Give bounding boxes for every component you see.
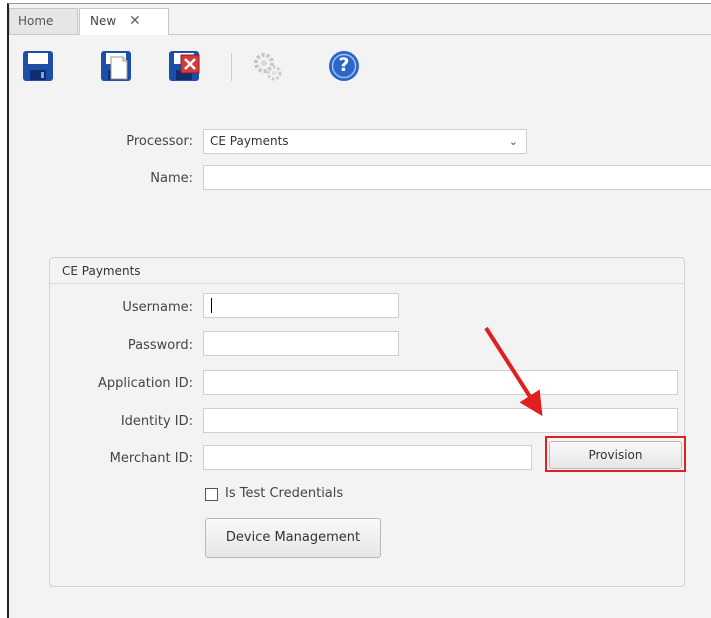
name-input[interactable] (203, 165, 711, 190)
password-input[interactable] (203, 331, 399, 356)
username-input[interactable] (203, 293, 399, 318)
help-glyph: ? (338, 54, 350, 76)
toolbar-separator (231, 53, 232, 81)
processor-label: Processor: (126, 134, 193, 149)
group-title: CE Payments (50, 258, 684, 284)
save-close-icon[interactable] (167, 49, 201, 83)
gears-icon (254, 53, 282, 81)
help-icon[interactable]: ? (327, 49, 361, 83)
name-label: Name: (150, 171, 193, 186)
save-icon[interactable] (21, 49, 55, 83)
save-new-icon[interactable] (99, 49, 133, 83)
tab-new[interactable]: New ✕ (79, 8, 169, 35)
password-label: Password: (127, 338, 193, 353)
annotation-arrow (484, 326, 543, 417)
highlight-box (545, 436, 686, 472)
test-credentials-label: Is Test Credentials (225, 486, 344, 501)
processor-value: CE Payments (210, 134, 289, 148)
tab-bar: Home New ✕ (9, 4, 711, 35)
tab-home-label: Home (18, 14, 54, 28)
merchant-id-input[interactable] (203, 445, 532, 470)
username-label: Username: (122, 300, 193, 315)
identity-id-input[interactable] (203, 408, 678, 433)
test-credentials-checkbox[interactable] (205, 488, 218, 501)
device-management-button[interactable]: Device Management (205, 518, 381, 558)
text-cursor (211, 298, 212, 313)
toolbar: ? (9, 35, 711, 107)
tab-new-label: New (90, 14, 117, 28)
app-window: Home New ✕ ? Processor: CE Payments ⌄ Na… (7, 3, 711, 618)
application-id-input[interactable] (203, 370, 678, 395)
application-id-label: Application ID: (98, 376, 193, 391)
processor-select[interactable]: CE Payments ⌄ (203, 129, 527, 154)
chevron-down-icon: ⌄ (508, 135, 518, 148)
identity-id-label: Identity ID: (120, 414, 193, 429)
close-icon[interactable]: ✕ (129, 9, 141, 33)
tab-home[interactable]: Home (9, 8, 78, 34)
merchant-id-label: Merchant ID: (109, 451, 193, 466)
